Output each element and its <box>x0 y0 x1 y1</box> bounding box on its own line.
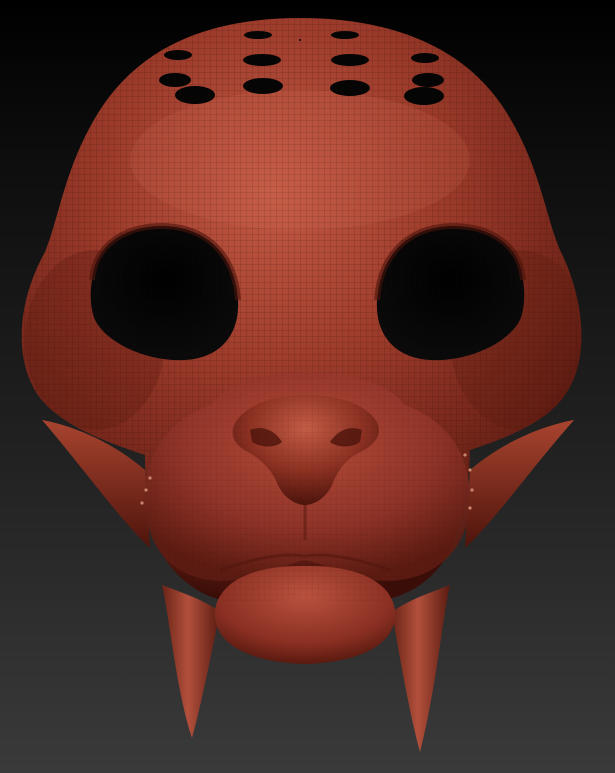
render-viewport <box>0 0 615 773</box>
right-fang <box>392 585 450 752</box>
left-fang <box>162 585 220 738</box>
mask-render <box>21 18 582 752</box>
